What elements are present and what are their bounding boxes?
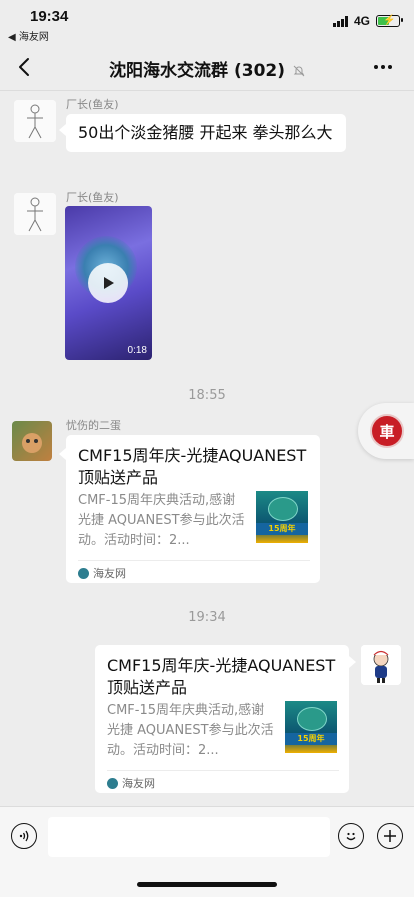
- time-divider: 19:34: [188, 610, 226, 625]
- link-card[interactable]: CMF15周年庆-光捷AQUANEST顶贴送产品 CMF-15周年庆典活动,感谢…: [95, 645, 349, 793]
- battery-icon: ⚡: [376, 15, 403, 27]
- status-time: 19:34: [30, 8, 69, 25]
- emoji-button[interactable]: [338, 823, 364, 849]
- animal-photo-icon: [22, 433, 42, 453]
- mute-bell-icon: [293, 65, 305, 77]
- video-message[interactable]: 0:18: [65, 206, 152, 360]
- figure-sketch-icon: [14, 193, 56, 235]
- avatar[interactable]: [14, 193, 56, 235]
- video-duration: 0:18: [127, 345, 147, 356]
- source-name: 海友网: [122, 777, 155, 790]
- home-indicator: [137, 882, 277, 887]
- play-icon: [104, 277, 114, 289]
- avatar[interactable]: [12, 421, 52, 461]
- cartoon-person-icon: [361, 645, 401, 685]
- my-avatar[interactable]: [361, 645, 401, 685]
- link-card-thumbnail: 15周年: [256, 491, 308, 543]
- bubble-tail: [59, 448, 66, 460]
- network-label: 4G: [353, 14, 370, 28]
- plus-icon: [384, 830, 396, 842]
- link-card-thumbnail: 15周年: [285, 701, 337, 753]
- more-functions-button[interactable]: [377, 823, 403, 849]
- link-card-title: CMF15周年庆-光捷AQUANEST顶贴送产品: [78, 446, 307, 487]
- bubble-tail: [349, 656, 356, 668]
- chat-header: 沈阳海水交流群 (302): [0, 44, 414, 91]
- link-card[interactable]: CMF15周年庆-光捷AQUANEST顶贴送产品 CMF-15周年庆典活动,感谢…: [66, 435, 320, 583]
- link-card-source: 海友网: [78, 565, 126, 581]
- message-bubble[interactable]: 50出个淡金猪腰 开起来 拳头那么大: [66, 114, 346, 152]
- divider: [107, 770, 339, 771]
- link-card-description: CMF-15周年庆典活动,感谢光捷 AQUANEST参与此次活动。活动时间：2.…: [78, 493, 245, 548]
- link-card-description: CMF-15周年庆典活动,感谢光捷 AQUANEST参与此次活动。活动时间：2.…: [107, 703, 274, 758]
- chat-title-row: 沈阳海水交流群 (302): [0, 56, 414, 81]
- play-button[interactable]: [88, 263, 128, 303]
- voice-button[interactable]: [11, 823, 37, 849]
- source-logo-icon: [78, 567, 89, 579]
- back-to-app-link[interactable]: ◀ 海友网: [8, 28, 49, 43]
- app-logo-icon: 車: [370, 414, 404, 448]
- voice-icon: [19, 830, 29, 842]
- link-card-source: 海友网: [107, 775, 155, 791]
- sender-name: 厂长(鱼友): [66, 98, 119, 111]
- source-logo-icon: [107, 777, 118, 789]
- thumbnail-text: 15周年: [285, 733, 337, 745]
- status-indicators: 4G ⚡: [332, 13, 403, 29]
- chat-title: 沈阳海水交流群 (302): [109, 61, 286, 81]
- sender-name: 忧伤的二蛋: [66, 419, 121, 432]
- thumbnail-text: 15周年: [256, 523, 308, 535]
- divider: [78, 560, 310, 561]
- sender-name: 厂长(鱼友): [66, 191, 119, 204]
- figure-sketch-icon: [14, 100, 56, 142]
- signal-icon: [332, 15, 348, 27]
- source-name: 海友网: [93, 567, 126, 580]
- smiley-icon: [346, 832, 356, 841]
- bubble-tail: [59, 124, 66, 136]
- time-divider: 18:55: [188, 388, 226, 403]
- avatar[interactable]: [14, 100, 56, 142]
- floating-window-button[interactable]: 車: [358, 403, 414, 459]
- message-input[interactable]: [48, 817, 330, 857]
- more-options-button[interactable]: [374, 56, 398, 78]
- link-card-title: CMF15周年庆-光捷AQUANEST顶贴送产品: [107, 656, 336, 697]
